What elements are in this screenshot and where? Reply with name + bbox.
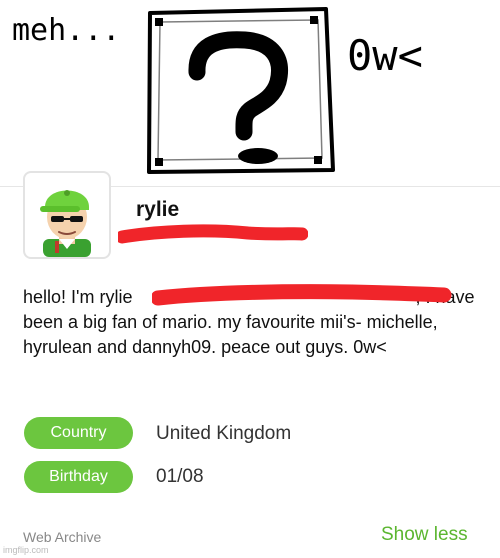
birthday-label: Birthday bbox=[24, 461, 133, 493]
mii-avatar-icon bbox=[40, 190, 91, 257]
avatar[interactable] bbox=[23, 171, 111, 259]
question-mark-icon bbox=[188, 31, 288, 164]
drawn-text-0w: 0w< bbox=[347, 31, 423, 80]
redaction-mark bbox=[152, 284, 452, 306]
username: rylie bbox=[136, 198, 180, 221]
country-value: United Kingdom bbox=[156, 423, 292, 444]
drawn-text-meh: meh... bbox=[12, 13, 120, 48]
hand-drawn-header: meh... 0w< bbox=[12, 7, 423, 174]
redaction-mark bbox=[118, 224, 308, 244]
watermark: imgflip.com bbox=[3, 545, 49, 555]
source-label: Web Archive bbox=[23, 529, 102, 545]
birthday-value: 01/08 bbox=[156, 466, 204, 487]
bio-start: hello! I'm rylie bbox=[23, 287, 133, 307]
show-less-link[interactable]: Show less bbox=[381, 524, 468, 546]
country-label: Country bbox=[24, 417, 133, 449]
